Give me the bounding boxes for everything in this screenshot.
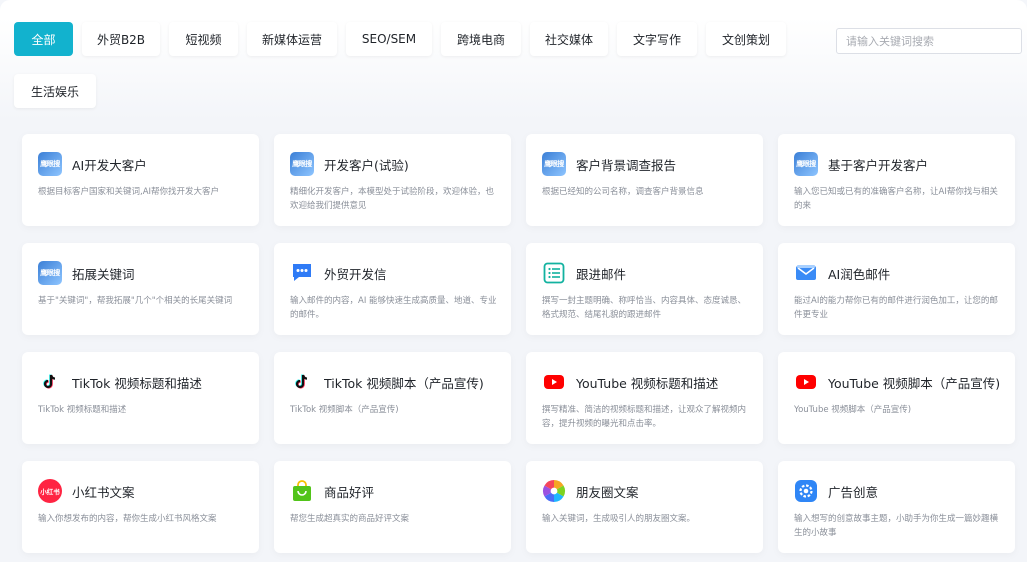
filter-tag-cross-border[interactable]: 跨境电商: [441, 22, 521, 56]
card-title: TikTok 视频标题和描述: [72, 376, 202, 391]
tool-card-tiktok-script[interactable]: TikTok 视频脚本（产品宣传) TikTok 视频脚本（产品宣传): [274, 352, 511, 444]
brand-logo-icon: 鹰眼搜: [38, 261, 62, 285]
card-title: AI润色邮件: [828, 267, 891, 282]
tool-card-youtube-title[interactable]: YouTube 视频标题和描述 撰写精准、简洁的视频标题和描述，让观众了解视频内…: [526, 352, 763, 444]
filter-tag-writing[interactable]: 文字写作: [617, 22, 697, 56]
brand-logo-icon: 鹰眼搜: [38, 152, 62, 176]
tool-card-moments-copy[interactable]: 朋友圈文案 输入关键词，生成吸引人的朋友圈文案。: [526, 461, 763, 553]
card-title: 外贸开发信: [324, 267, 387, 282]
youtube-icon: [542, 370, 566, 394]
filter-tag-seo-sem[interactable]: SEO/SEM: [346, 22, 432, 56]
card-title: TikTok 视频脚本（产品宣传): [324, 376, 484, 391]
tool-card-ad-creative[interactable]: 广告创意 输入想写的创意故事主题，小助手为你生成一篇妙趣横生的小故事: [778, 461, 1015, 553]
tool-card-client-background[interactable]: 鹰眼搜 客户背景调查报告 根据已经知的公司名称，调查客户背景信息: [526, 134, 763, 226]
tool-card-xiaohongshu[interactable]: 小红书 小红书文案 输入你想发布的内容，帮你生成小红书风格文案: [22, 461, 259, 553]
filter-tag-new-media[interactable]: 新媒体运营: [247, 22, 337, 56]
card-title: 拓展关键词: [72, 267, 135, 282]
search-input[interactable]: [836, 28, 1022, 54]
card-title: YouTube 视频标题和描述: [576, 376, 719, 391]
card-title: 朋友圈文案: [576, 485, 639, 500]
shopping-bag-icon: [290, 479, 314, 503]
card-description: 根据目标客户国家和关键词,AI帮你找开发大客户: [38, 187, 220, 197]
tool-card-keyword-expand[interactable]: 鹰眼搜 拓展关键词 基于"关键词"，帮我拓展"几个"个相关的长尾关键词: [22, 243, 259, 335]
gear-badge-icon: [794, 479, 818, 503]
tool-card-develop-client-trial[interactable]: 鹰眼搜 开发客户(试验) 精细化开发客户，本模型处于试验阶段，欢迎体验，也欢迎给…: [274, 134, 511, 226]
filter-tag-short-video[interactable]: 短视频: [169, 22, 238, 56]
card-title: YouTube 视频脚本（产品宣传): [828, 376, 1001, 391]
tool-card-polish-mail[interactable]: AI润色邮件 能过AI的能力帮你已有的邮件进行润色加工，让您的邮件更专业: [778, 243, 1015, 335]
filter-tag-entertainment[interactable]: 生活娱乐: [14, 74, 96, 108]
card-description: 帮您生成超真实的商品好评文案: [290, 514, 410, 524]
tool-card-client-based-dev[interactable]: 鹰眼搜 基于客户开发客户 输入您已知或已有的准确客户名称，让AI帮你找与相关的来: [778, 134, 1015, 226]
tool-card-trade-letter[interactable]: 外贸开发信 输入邮件的内容，AI 能够快速生成高质量、地道、专业的邮件。: [274, 243, 511, 335]
card-title: AI开发大客户: [72, 158, 147, 173]
card-title: 跟进邮件: [576, 267, 627, 282]
content-panel: 全部 外贸B2B 短视频 新媒体运营 SEO/SEM 跨境电商 社交媒体 文字写…: [0, 0, 1027, 562]
tiktok-icon: [290, 370, 314, 394]
tool-card-follow-up-mail[interactable]: 跟进邮件 撰写一封主题明确、称呼恰当、内容具体、态度诚恳、格式规范、结尾礼貌的跟…: [526, 243, 763, 335]
tool-card-ai-big-client[interactable]: 鹰眼搜 AI开发大客户 根据目标客户国家和关键词,AI帮你找开发大客户: [22, 134, 259, 226]
card-description: YouTube 视频脚本（产品宣传): [794, 405, 912, 415]
card-title: 广告创意: [828, 485, 879, 500]
card-description: 基于"关键词"，帮我拓展"几个"个相关的长尾关键词: [38, 296, 233, 306]
card-description: 撰写一封主题明确、称呼恰当、内容具体、态度诚恳、格式规范、结尾礼貌的跟进邮件: [542, 296, 747, 320]
card-description: 输入你想发布的内容，帮你生成小红书风格文案: [38, 514, 217, 524]
card-description: 输入关键词，生成吸引人的朋友圈文案。: [542, 514, 696, 524]
card-title: 客户背景调查报告: [576, 158, 677, 173]
tiktok-icon: [38, 370, 62, 394]
card-description: 根据已经知的公司名称，调查客户背景信息: [542, 187, 704, 197]
filter-tag-all[interactable]: 全部: [14, 22, 73, 56]
tool-card-product-review[interactable]: 商品好评 帮您生成超真实的商品好评文案: [274, 461, 511, 553]
filter-tag-b2b[interactable]: 外贸B2B: [82, 22, 160, 56]
card-description: 撰写精准、简洁的视频标题和描述，让观众了解视频内容，提升视频的曝光和点击率。: [542, 405, 747, 429]
brand-logo-icon: 鹰眼搜: [542, 152, 566, 176]
card-description: TikTok 视频标题和描述: [38, 405, 127, 415]
card-description: 输入邮件的内容，AI 能够快速生成高质量、地道、专业的邮件。: [290, 296, 497, 320]
youtube-icon: [794, 370, 818, 394]
aperture-icon: [542, 479, 566, 503]
card-description: 精细化开发客户，本模型处于试验阶段，欢迎体验，也欢迎给我们提供意见: [290, 187, 495, 211]
list-icon: [542, 261, 566, 285]
card-description: 能过AI的能力帮你已有的邮件进行润色加工，让您的邮件更专业: [794, 296, 998, 320]
card-description: 输入您已知或已有的准确客户名称，让AI帮你找与相关的来: [794, 187, 998, 211]
filter-tag-planning[interactable]: 文创策划: [706, 22, 786, 56]
filter-tag-social-media[interactable]: 社交媒体: [530, 22, 608, 56]
card-title: 小红书文案: [72, 485, 135, 500]
tool-card-youtube-script[interactable]: YouTube 视频脚本（产品宣传) YouTube 视频脚本（产品宣传): [778, 352, 1015, 444]
brand-logo-icon: 鹰眼搜: [794, 152, 818, 176]
tool-card-tiktok-title[interactable]: TikTok 视频标题和描述 TikTok 视频标题和描述: [22, 352, 259, 444]
chat-bubble-icon: [290, 261, 314, 285]
card-description: TikTok 视频脚本（产品宣传): [290, 405, 399, 415]
card-title: 开发客户(试验): [324, 158, 409, 173]
brand-logo-icon: 鹰眼搜: [290, 152, 314, 176]
mail-icon: [794, 261, 818, 285]
card-title: 基于客户开发客户: [828, 158, 929, 173]
card-description: 输入想写的创意故事主题，小助手为你生成一篇妙趣横生的小故事: [794, 514, 999, 538]
card-title: 商品好评: [324, 485, 375, 500]
xiaohongshu-icon: 小红书: [38, 479, 62, 503]
